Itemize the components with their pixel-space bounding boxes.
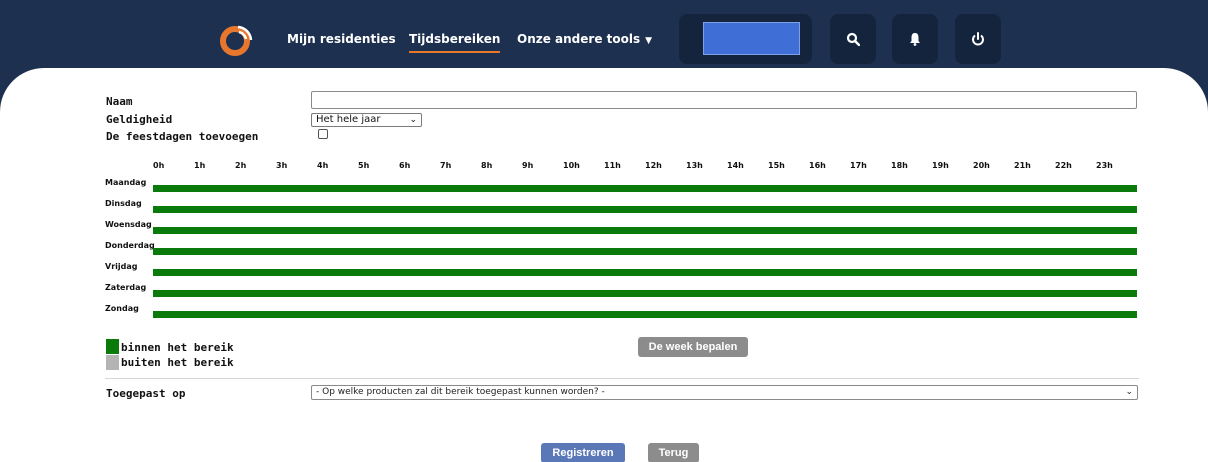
holidays-checkbox[interactable] — [318, 129, 328, 139]
day-bar-in-range[interactable] — [153, 185, 1137, 192]
hour-label: 18h — [891, 161, 908, 170]
day-label: Donderdag — [105, 241, 155, 250]
hour-label: 2h — [235, 161, 247, 170]
applied-to-select[interactable]: - Op welke producten zal dit bereik toeg… — [311, 385, 1138, 400]
hour-label: 1h — [194, 161, 206, 170]
chevron-down-icon: ⌄ — [409, 115, 417, 125]
day-label: Zondag — [105, 304, 139, 313]
hour-label: 7h — [440, 161, 452, 170]
hour-label: 11h — [604, 161, 621, 170]
day-label: Dinsdag — [105, 199, 142, 208]
power-icon — [955, 14, 1001, 64]
day-label: Vrijdag — [105, 262, 138, 271]
day-bar-in-range[interactable] — [153, 248, 1137, 255]
hour-label: 0h — [153, 161, 165, 170]
nav-blue-field[interactable] — [703, 22, 800, 55]
day-bar-in-range[interactable] — [153, 269, 1137, 276]
hour-label: 15h — [768, 161, 785, 170]
bell-icon — [892, 14, 938, 64]
validity-label: Geldigheid — [106, 113, 173, 126]
name-input[interactable] — [311, 91, 1137, 109]
legend-in-swatch — [106, 339, 119, 354]
hour-label: 22h — [1055, 161, 1072, 170]
hour-label: 23h — [1096, 161, 1113, 170]
chevron-down-icon: ⌄ — [1125, 387, 1133, 397]
hour-label: 20h — [973, 161, 990, 170]
hour-label: 17h — [850, 161, 867, 170]
logo-icon[interactable] — [220, 22, 254, 56]
register-button[interactable]: Registreren — [541, 443, 625, 462]
applied-to-label: Toegepast op — [106, 387, 186, 400]
holidays-label: De feestdagen toevoegen — [106, 130, 259, 143]
day-label: Woensdag — [105, 220, 152, 229]
hour-label: 9h — [522, 161, 534, 170]
day-label: Zaterdag — [105, 283, 147, 292]
name-label: Naam — [106, 95, 133, 108]
legend-in-label: binnen het bereik — [121, 341, 234, 354]
hour-label: 12h — [645, 161, 662, 170]
caret-down-icon: ▼ — [645, 36, 653, 46]
search-icon — [830, 14, 876, 64]
content-panel — [0, 68, 1208, 462]
hour-label: 16h — [809, 161, 826, 170]
nav-link-tijdsbereiken[interactable]: Tijdsbereiken — [409, 32, 501, 53]
applied-to-select-value: - Op welke producten zal dit bereik toeg… — [316, 387, 605, 397]
hour-label: 13h — [686, 161, 703, 170]
hour-label: 4h — [317, 161, 329, 170]
day-bar-in-range[interactable] — [153, 206, 1137, 213]
hour-label: 14h — [727, 161, 744, 170]
day-label: Maandag — [105, 178, 147, 187]
hour-label: 10h — [563, 161, 580, 170]
hour-label: 3h — [276, 161, 288, 170]
hour-label: 19h — [932, 161, 949, 170]
back-button[interactable]: Terug — [648, 443, 699, 462]
validity-select[interactable]: Het hele jaar ⌄ — [311, 113, 422, 127]
divider — [105, 378, 1139, 379]
validity-select-value: Het hele jaar — [316, 114, 381, 125]
legend-out-swatch — [106, 355, 119, 370]
hour-label: 21h — [1014, 161, 1031, 170]
nav-link-other-tools-label: Onze andere tools — [517, 32, 641, 46]
day-bar-in-range[interactable] — [153, 227, 1137, 234]
nav-link-residenties[interactable]: Mijn residenties — [287, 32, 396, 46]
day-bar-in-range[interactable] — [153, 311, 1137, 318]
nav-link-other-tools[interactable]: Onze andere tools ▼ — [517, 32, 652, 46]
hour-label: 6h — [399, 161, 411, 170]
hour-label: 5h — [358, 161, 370, 170]
hour-label: 8h — [481, 161, 493, 170]
legend-out-label: buiten het bereik — [121, 356, 234, 369]
define-week-button[interactable]: De week bepalen — [638, 337, 748, 357]
day-bar-in-range[interactable] — [153, 290, 1137, 297]
